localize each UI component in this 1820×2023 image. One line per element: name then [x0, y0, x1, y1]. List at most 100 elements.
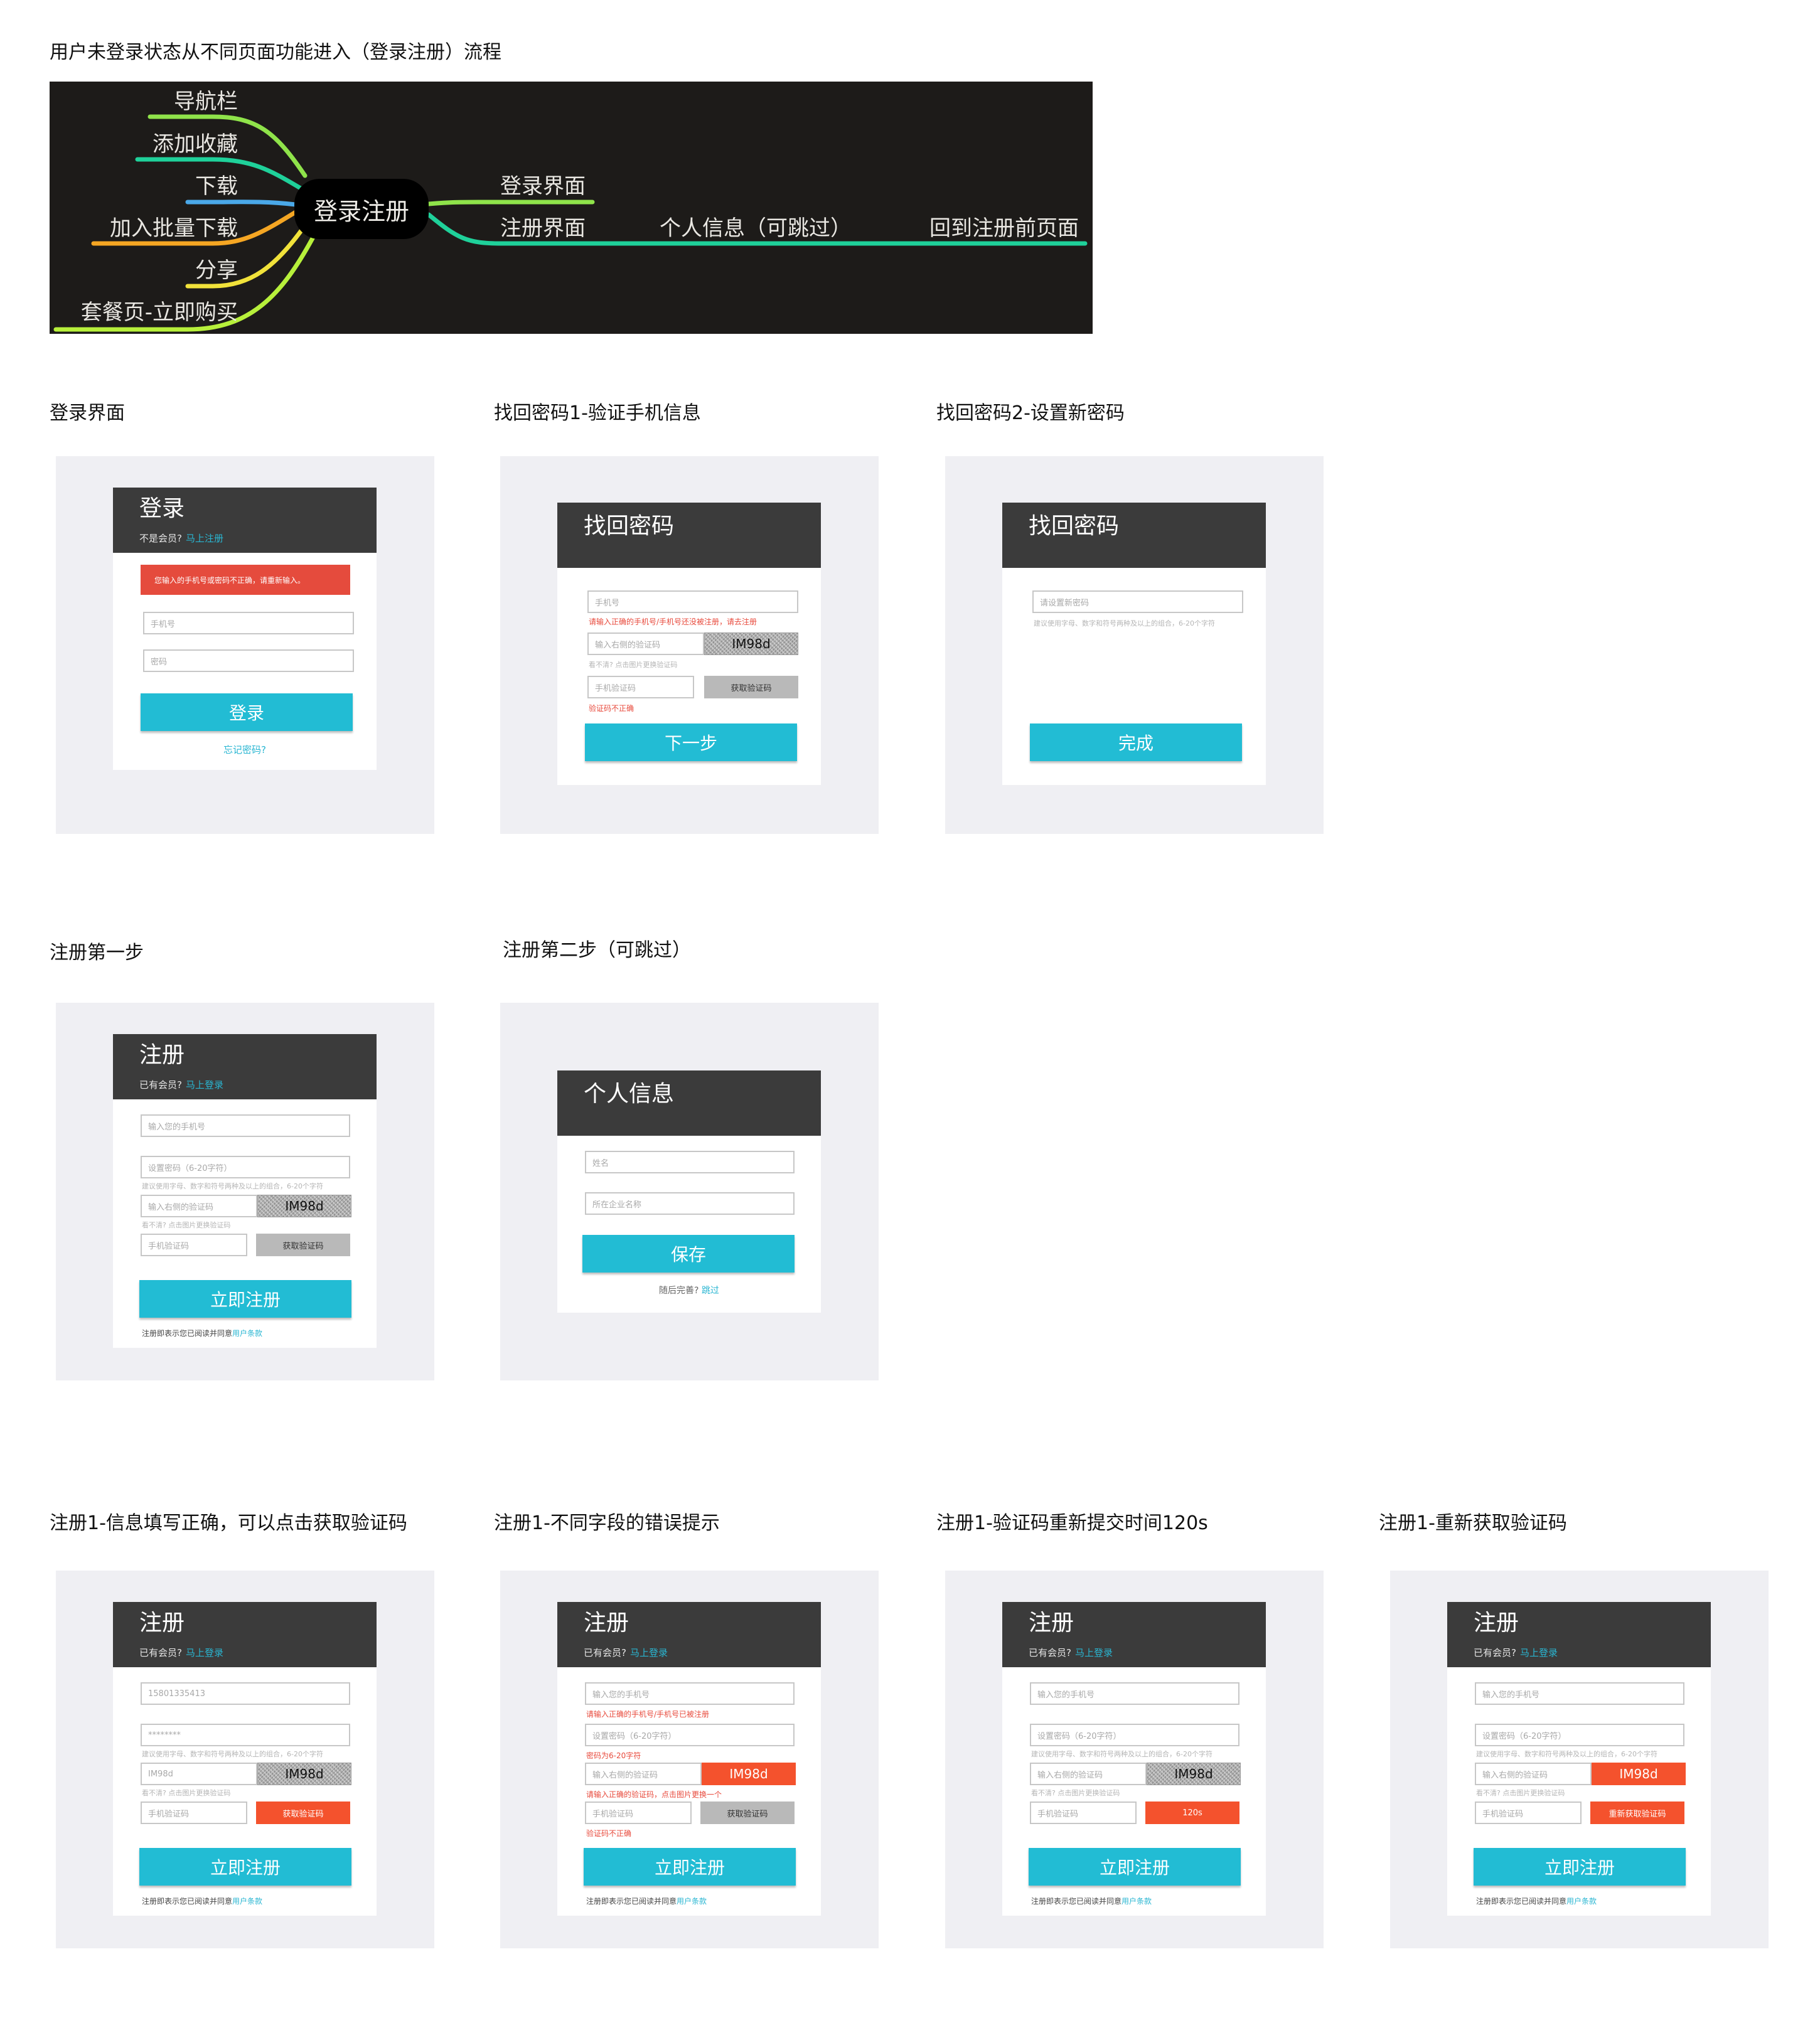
r1b-phone-input[interactable]: 输入您的手机号	[585, 1682, 795, 1705]
r1a-register-button[interactable]: 立即注册	[139, 1848, 351, 1886]
r1c-countdown-button[interactable]: 120s	[1145, 1801, 1239, 1824]
reg-captcha-image[interactable]: IM98d	[257, 1195, 351, 1217]
heading-r1d: 注册1-重新获取验证码	[1379, 1512, 1567, 1534]
login-title: 登录	[139, 496, 185, 521]
r1c-captcha-image[interactable]: IM98d	[1147, 1763, 1241, 1785]
terms-link[interactable]: 用户条款	[232, 1329, 262, 1338]
mm-nav: 导航栏	[174, 89, 238, 114]
new-password-input[interactable]: 请设置新密码	[1032, 590, 1243, 613]
r1d-terms-link[interactable]: 用户条款	[1566, 1897, 1597, 1906]
r1d-password-hint: 建议使用字母、数字和符号两种及以上的组合，6-20个字符	[1476, 1750, 1657, 1758]
reg2-header: 个人信息	[557, 1070, 821, 1136]
find2-title: 找回密码	[1029, 513, 1120, 539]
new-password-hint: 建议使用字母、数字和符号两种及以上的组合，6-20个字符	[1034, 619, 1215, 627]
reg-captcha-input[interactable]: 输入右侧的验证码	[141, 1195, 257, 1217]
heading-r1b: 注册1-不同字段的错误提示	[494, 1512, 720, 1534]
r1a-login-link[interactable]: 马上登录	[186, 1647, 223, 1658]
r1b-register-button[interactable]: 立即注册	[584, 1848, 796, 1886]
r1d-register-button[interactable]: 立即注册	[1474, 1848, 1686, 1886]
r1d-captcha-image[interactable]: IM98d	[1592, 1763, 1686, 1785]
terms-note: 注册即表示您已阅读并同意用户条款	[142, 1328, 262, 1338]
reg2-card: 个人信息 姓名 所在企业名称 保存 随后完善? 跳过	[557, 1070, 821, 1313]
find1-card: 找回密码 手机号 请输入正确的手机号/手机号还没被注册，请去注册 输入右侧的验证…	[557, 503, 821, 785]
r1a-captcha-image[interactable]: IM98d	[257, 1763, 351, 1785]
r1c-password-hint: 建议使用字母、数字和符号两种及以上的组合，6-20个字符	[1031, 1750, 1212, 1758]
r1d-has-account: 已有会员?	[1474, 1647, 1516, 1658]
skip-link[interactable]: 跳过	[702, 1286, 719, 1296]
r1b-terms-link[interactable]: 用户条款	[677, 1897, 707, 1906]
r1c-sms-input[interactable]: 手机验证码	[1030, 1801, 1137, 1824]
has-account-text: 已有会员?	[139, 1079, 182, 1091]
r1a-get-code-button[interactable]: 获取验证码	[256, 1801, 350, 1824]
register-now-button[interactable]: 立即注册	[139, 1280, 351, 1318]
r1b-sms-input[interactable]: 手机验证码	[585, 1801, 692, 1824]
r1c-phone-input[interactable]: 输入您的手机号	[1030, 1682, 1239, 1705]
mm-register: 注册界面	[500, 216, 586, 241]
r1b-password-error: 密码为6-20字符	[586, 1751, 641, 1760]
register-step2-screen: 个人信息 姓名 所在企业名称 保存 随后完善? 跳过	[500, 1003, 879, 1380]
next-step-button[interactable]: 下一步	[585, 723, 797, 761]
r1d-header: 注册 已有会员? 马上登录	[1447, 1602, 1711, 1667]
company-input[interactable]: 所在企业名称	[585, 1192, 795, 1215]
r1d-password-input[interactable]: 设置密码（6-20字符）	[1475, 1724, 1684, 1746]
find1-sms-error: 验证码不正确	[589, 704, 634, 713]
login-link[interactable]: 马上登录	[186, 1079, 223, 1091]
r1b-captcha-error: 请输入正确的验证码，点击图片更换一个	[586, 1790, 722, 1799]
skip-note: 随后完善? 跳过	[557, 1284, 821, 1296]
r1c-terms-link[interactable]: 用户条款	[1121, 1897, 1152, 1906]
r1c-subtitle: 已有会员? 马上登录	[1029, 1646, 1113, 1659]
r1b-login-link[interactable]: 马上登录	[630, 1647, 668, 1658]
save-button[interactable]: 保存	[582, 1235, 795, 1273]
reg1-title: 注册	[139, 1042, 185, 1068]
login-card: 登录 不是会员? 马上注册 您输入的手机号或密码不正确，请重新输入。 手机号 密码…	[113, 488, 377, 770]
r1c-register-button[interactable]: 立即注册	[1029, 1848, 1241, 1886]
find1-sms-input[interactable]: 手机验证码	[587, 676, 694, 698]
r1d-phone-input[interactable]: 输入您的手机号	[1475, 1682, 1684, 1705]
mm-login: 登录界面	[500, 174, 586, 199]
finish-button[interactable]: 完成	[1030, 723, 1242, 761]
r1b-password-input[interactable]: 设置密码（6-20字符）	[585, 1724, 795, 1746]
reg-phone-input[interactable]: 输入您的手机号	[141, 1114, 350, 1137]
reg-sms-input[interactable]: 手机验证码	[141, 1234, 247, 1256]
r1a-captcha-hint: 看不清? 点击图片更换验证码	[142, 1789, 231, 1797]
r1a-sms-input[interactable]: 手机验证码	[141, 1801, 247, 1824]
r1b-get-code-button[interactable]: 获取验证码	[700, 1801, 795, 1824]
register-link[interactable]: 马上注册	[186, 533, 223, 544]
reg2-title: 个人信息	[584, 1081, 675, 1107]
mm-share: 分享	[195, 258, 238, 283]
r1c-login-link[interactable]: 马上登录	[1075, 1647, 1113, 1658]
reg-get-code-button[interactable]: 获取验证码	[256, 1234, 350, 1256]
r1a-phone-input[interactable]: 15801335413	[141, 1682, 350, 1705]
find1-captcha-input[interactable]: 输入右侧的验证码	[587, 633, 704, 655]
forgot-password-link[interactable]: 忘记密码?	[113, 743, 377, 756]
r1b-captcha-image[interactable]: IM98d	[702, 1763, 796, 1785]
heading-find1: 找回密码1-验证手机信息	[494, 402, 701, 424]
register-valid-screen: 注册 已有会员? 马上登录 15801335413 ******** 建议使用字母…	[56, 1571, 434, 1948]
branch-download	[185, 200, 298, 207]
r1b-captcha-input[interactable]: 输入右侧的验证码	[585, 1763, 702, 1785]
find1-captcha-image[interactable]: IM98d	[704, 633, 798, 655]
r1a-password-input[interactable]: ********	[141, 1724, 350, 1746]
r1d-login-link[interactable]: 马上登录	[1520, 1647, 1558, 1658]
r1d-resend-button[interactable]: 重新获取验证码	[1590, 1801, 1684, 1824]
r1c-captcha-input[interactable]: 输入右侧的验证码	[1030, 1763, 1147, 1785]
heading-r1c: 注册1-验证码重新提交时间120s	[936, 1512, 1208, 1534]
r1a-header: 注册 已有会员? 马上登录	[113, 1602, 377, 1667]
login-button[interactable]: 登录	[141, 693, 353, 731]
r1b-title: 注册	[584, 1610, 629, 1636]
page-title: 用户未登录状态从不同页面功能进入（登录注册）流程	[50, 41, 501, 63]
password-input[interactable]: 密码	[143, 649, 354, 672]
r1a-has-account: 已有会员?	[139, 1647, 182, 1658]
r1d-sms-input[interactable]: 手机验证码	[1475, 1801, 1582, 1824]
r1a-title: 注册	[139, 1610, 185, 1636]
name-input[interactable]: 姓名	[585, 1151, 795, 1173]
r1d-captcha-input[interactable]: 输入右侧的验证码	[1475, 1763, 1592, 1785]
r1a-card: 注册 已有会员? 马上登录 15801335413 ******** 建议使用字母…	[113, 1602, 377, 1916]
find1-get-code-button[interactable]: 获取验证码	[704, 676, 798, 698]
r1a-terms-link[interactable]: 用户条款	[232, 1897, 262, 1906]
r1c-password-input[interactable]: 设置密码（6-20字符）	[1030, 1724, 1239, 1746]
reg-password-input[interactable]: 设置密码（6-20字符）	[141, 1156, 350, 1178]
find1-phone-input[interactable]: 手机号	[587, 590, 798, 613]
phone-input[interactable]: 手机号	[143, 612, 354, 634]
r1a-captcha-input[interactable]: IM98d	[141, 1763, 257, 1785]
